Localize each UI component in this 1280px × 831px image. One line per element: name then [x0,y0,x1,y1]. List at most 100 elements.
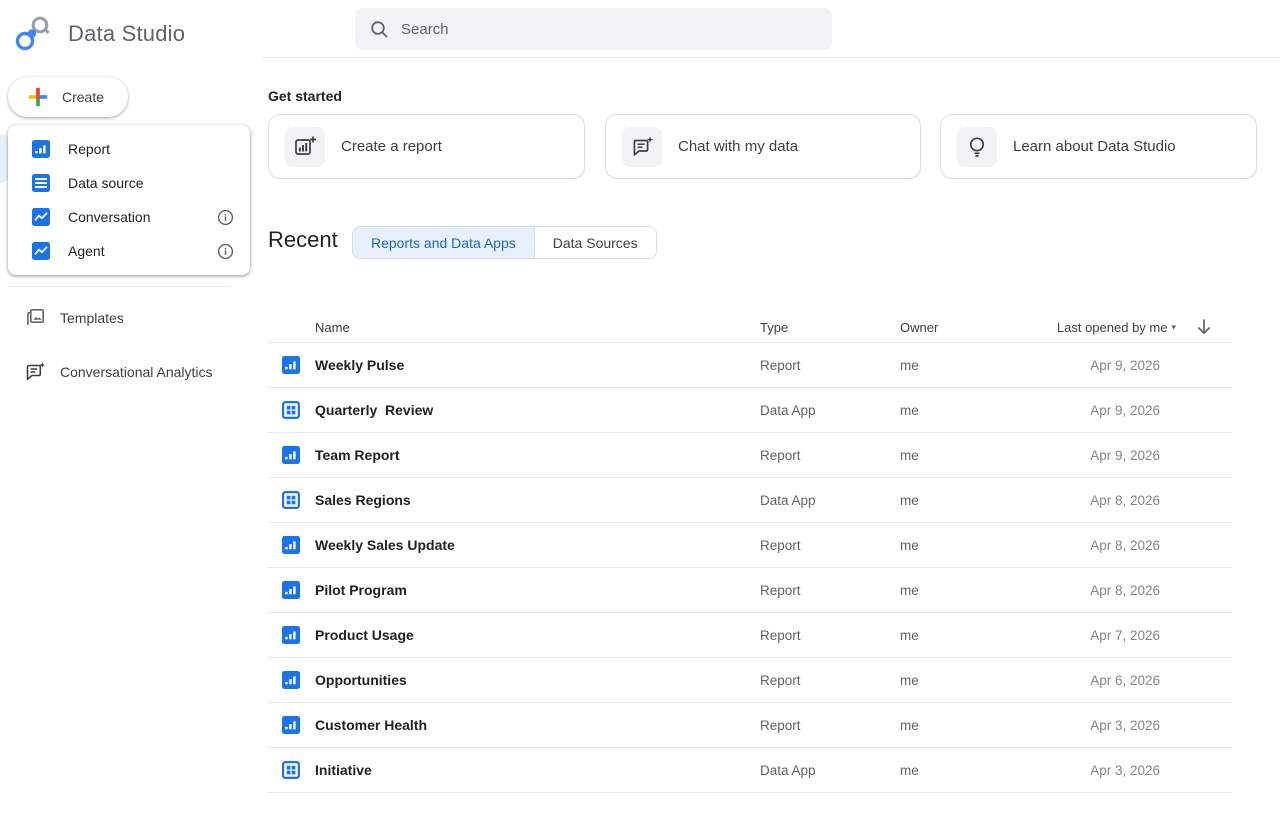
table-header: Name Type Owner Last opened by me ▾ [268,312,1232,343]
menu-item-label: Conversation [68,209,199,225]
sort-column-label: Last opened by me [1057,320,1168,335]
table-row[interactable]: Customer Health Report me Apr 3, 2026 [268,703,1232,748]
card-chat-with-my-data[interactable]: Chat with my data [605,114,921,179]
data-app-icon [268,761,315,779]
row-last-opened: Apr 9, 2026 [1090,403,1176,418]
data-app-icon [268,401,315,419]
row-type: Report [760,673,900,688]
row-name: Sales Regions [315,492,760,508]
card-learn-about-data-studio[interactable]: Learn about Data Studio [940,114,1257,179]
agent-icon [32,242,50,260]
row-type: Report [760,538,900,553]
row-name: Customer Health [315,717,760,733]
table-row[interactable]: Quarterly Review Data App me Apr 9, 2026 [268,388,1232,433]
row-name: Quarterly Review [315,402,760,418]
table-row[interactable]: Weekly Pulse Report me Apr 9, 2026 [268,343,1232,388]
card-label: Learn about Data Studio [1013,138,1176,155]
column-header-name: Name [315,320,760,335]
card-label: Create a report [341,138,442,155]
card-label: Chat with my data [678,138,798,155]
row-owner: me [900,538,1055,553]
get-started-title: Get started [268,88,342,104]
column-header-last-opened[interactable]: Last opened by me ▾ [1057,320,1176,335]
info-icon[interactable] [217,209,234,226]
report-icon [268,536,315,554]
lightbulb-icon [957,127,997,167]
row-type: Data App [760,763,900,778]
row-last-opened: Apr 8, 2026 [1090,538,1176,553]
row-last-opened: Apr 9, 2026 [1090,448,1176,463]
sort-direction-arrow-icon[interactable] [1194,317,1214,337]
menu-item-agent[interactable]: Agent [8,234,250,268]
row-owner: me [900,358,1055,373]
brand: Data Studio [12,12,185,56]
report-icon [32,140,50,158]
column-header-owner: Owner [900,320,1055,335]
table-row[interactable]: Product Usage Report me Apr 7, 2026 [268,613,1232,658]
row-last-opened: Apr 8, 2026 [1090,493,1176,508]
row-last-opened: Apr 8, 2026 [1090,583,1176,598]
recent-table: Name Type Owner Last opened by me ▾ Week… [268,312,1232,793]
row-last-opened: Apr 7, 2026 [1090,628,1176,643]
report-icon [268,356,315,374]
create-menu: Report Data source Conversation [8,125,250,275]
row-last-opened: Apr 3, 2026 [1090,718,1176,733]
row-type: Report [760,358,900,373]
row-name: Opportunities [315,672,760,688]
row-name: Weekly Pulse [315,357,760,373]
row-owner: me [900,403,1055,418]
search-box[interactable] [355,8,832,50]
menu-item-label: Data source [68,175,234,191]
table-row[interactable]: Team Report Report me Apr 9, 2026 [268,433,1232,478]
chat-with-data-icon [622,127,662,167]
report-icon [268,581,315,599]
app-title: Data Studio [68,21,185,47]
sidebar-item-conversational-analytics[interactable]: Conversational Analytics [0,354,250,390]
recent-title: Recent [268,227,338,253]
tab-reports-and-data-apps[interactable]: Reports and Data Apps [353,227,534,258]
report-icon [268,626,315,644]
templates-icon [24,307,46,329]
table-row[interactable]: Initiative Data App me Apr 3, 2026 [268,748,1232,793]
row-owner: me [900,718,1055,733]
table-row[interactable]: Pilot Program Report me Apr 8, 2026 [268,568,1232,613]
row-name: Product Usage [315,627,760,643]
sidebar-item-templates[interactable]: Templates [0,300,250,336]
row-type: Data App [760,493,900,508]
data-app-icon [268,491,315,509]
row-last-opened: Apr 3, 2026 [1090,763,1176,778]
row-name: Team Report [315,447,760,463]
conversational-analytics-icon [24,361,46,383]
table-row[interactable]: Sales Regions Data App me Apr 8, 2026 [268,478,1232,523]
menu-item-report[interactable]: Report [8,132,250,166]
row-owner: me [900,448,1055,463]
recent-tabs: Reports and Data Apps Data Sources [352,226,657,259]
search-input[interactable] [401,21,818,38]
card-create-a-report[interactable]: Create a report [268,114,585,179]
row-owner: me [900,673,1055,688]
row-name: Weekly Sales Update [315,537,760,553]
search-icon [369,19,389,39]
menu-item-data-source[interactable]: Data source [8,166,250,200]
menu-item-label: Report [68,141,234,157]
sidebar-item-label: Conversational Analytics [60,364,213,380]
info-icon[interactable] [217,243,234,260]
row-owner: me [900,583,1055,598]
table-row[interactable]: Weekly Sales Update Report me Apr 8, 202… [268,523,1232,568]
create-button-label: Create [62,89,104,105]
row-last-opened: Apr 6, 2026 [1090,673,1176,688]
header-divider [262,57,1280,58]
row-type: Report [760,448,900,463]
app-root: Data Studio Create [0,0,1280,831]
create-button[interactable]: Create [8,77,128,117]
sidebar-item-label: Templates [60,310,124,326]
menu-item-conversation[interactable]: Conversation [8,200,250,234]
create-report-icon [285,127,325,167]
row-owner: me [900,493,1055,508]
row-type: Data App [760,403,900,418]
row-owner: me [900,628,1055,643]
table-body: Weekly Pulse Report me Apr 9, 2026 Quart… [268,343,1232,793]
row-type: Report [760,583,900,598]
table-row[interactable]: Opportunities Report me Apr 6, 2026 [268,658,1232,703]
tab-data-sources[interactable]: Data Sources [534,227,656,258]
